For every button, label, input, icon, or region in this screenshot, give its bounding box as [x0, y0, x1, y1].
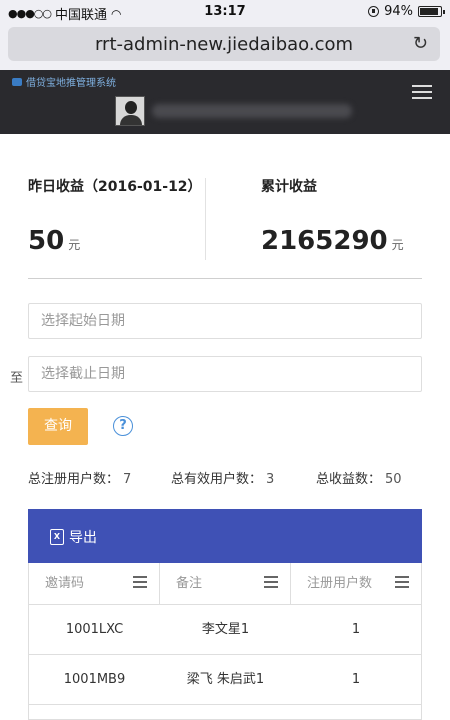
total-earnings-unit: 元 — [391, 238, 404, 252]
stats-divider — [205, 178, 206, 260]
total-earnings: 累计收益 2165290 元 — [261, 176, 404, 256]
table-row[interactable]: 1001LXC 李文星1 1 — [28, 605, 422, 655]
avatar[interactable] — [115, 96, 145, 126]
column-menu-icon[interactable] — [395, 576, 409, 588]
excel-icon: X — [50, 529, 64, 545]
query-button[interactable]: 查询 — [28, 408, 88, 445]
export-label: 导出 — [69, 530, 97, 546]
logo-icon — [12, 77, 22, 86]
to-label: 至 — [10, 371, 24, 386]
app-logo[interactable]: 借贷宝地推管理系统 — [12, 74, 116, 89]
cell-note: 梁飞 朱启武1 — [186, 672, 265, 687]
export-button[interactable]: X 导出 — [50, 527, 97, 547]
summary-earnings: 总收益数： 50 — [316, 472, 402, 487]
column-menu-icon[interactable] — [264, 576, 278, 588]
summary-registered: 总注册用户数： 7 — [28, 472, 132, 487]
column-header-invite-code[interactable]: 邀请码 — [29, 563, 160, 604]
column-header-note[interactable]: 备注 — [160, 563, 291, 604]
cell-registered: 1 — [351, 672, 361, 687]
cell-invite-code: 1001MB9 — [63, 672, 126, 687]
table-toolbar: X 导出 — [28, 509, 422, 563]
app-header: 借贷宝地推管理系统 — [0, 70, 450, 134]
summary-active-value: 3 — [266, 472, 275, 487]
browser-toolbar: rrt-admin-new.jiedaibao.com ↻ — [0, 24, 450, 70]
help-icon[interactable]: ? — [113, 416, 133, 436]
total-earnings-value: 2165290 — [261, 226, 388, 256]
url-text: rrt-admin-new.jiedaibao.com — [94, 34, 354, 55]
yesterday-earnings-value: 50 — [28, 226, 65, 256]
summary-registered-value: 7 — [123, 472, 132, 487]
blurred-username — [152, 104, 352, 118]
address-bar[interactable]: rrt-admin-new.jiedaibao.com ↻ — [8, 27, 440, 61]
end-date-input[interactable]: 选择截止日期 — [28, 356, 422, 392]
column-header-registered[interactable]: 注册用户数 — [291, 563, 421, 604]
reload-icon[interactable]: ↻ — [413, 33, 428, 54]
table-row[interactable] — [28, 705, 422, 720]
hamburger-menu-icon[interactable] — [412, 85, 432, 99]
yesterday-earnings-label: 昨日收益（2016-01-12） — [28, 179, 202, 195]
status-bar: ●●●○○ 中国联通 ◠ 13:17 94% — [0, 0, 450, 24]
yesterday-earnings-unit: 元 — [68, 238, 81, 252]
summary-earnings-value: 50 — [385, 472, 402, 487]
battery-icon — [418, 6, 445, 17]
table-row[interactable]: 1001MB9 梁飞 朱启武1 1 — [28, 655, 422, 705]
rotation-lock-icon — [368, 6, 380, 17]
total-earnings-label: 累计收益 — [261, 179, 317, 195]
cell-registered: 1 — [351, 622, 361, 637]
yesterday-earnings: 昨日收益（2016-01-12） 50 元 — [28, 176, 202, 256]
logo-text: 借贷宝地推管理系统 — [26, 78, 116, 89]
column-menu-icon[interactable] — [133, 576, 147, 588]
start-date-input[interactable]: 选择起始日期 — [28, 303, 422, 339]
cell-invite-code: 1001LXC — [65, 622, 124, 637]
summary-active: 总有效用户数： 3 — [171, 472, 275, 487]
battery-percent: 94% — [384, 4, 413, 19]
table-header: 邀请码 备注 注册用户数 — [28, 563, 422, 605]
cell-note: 李文星1 — [201, 622, 250, 637]
section-divider — [28, 278, 422, 279]
